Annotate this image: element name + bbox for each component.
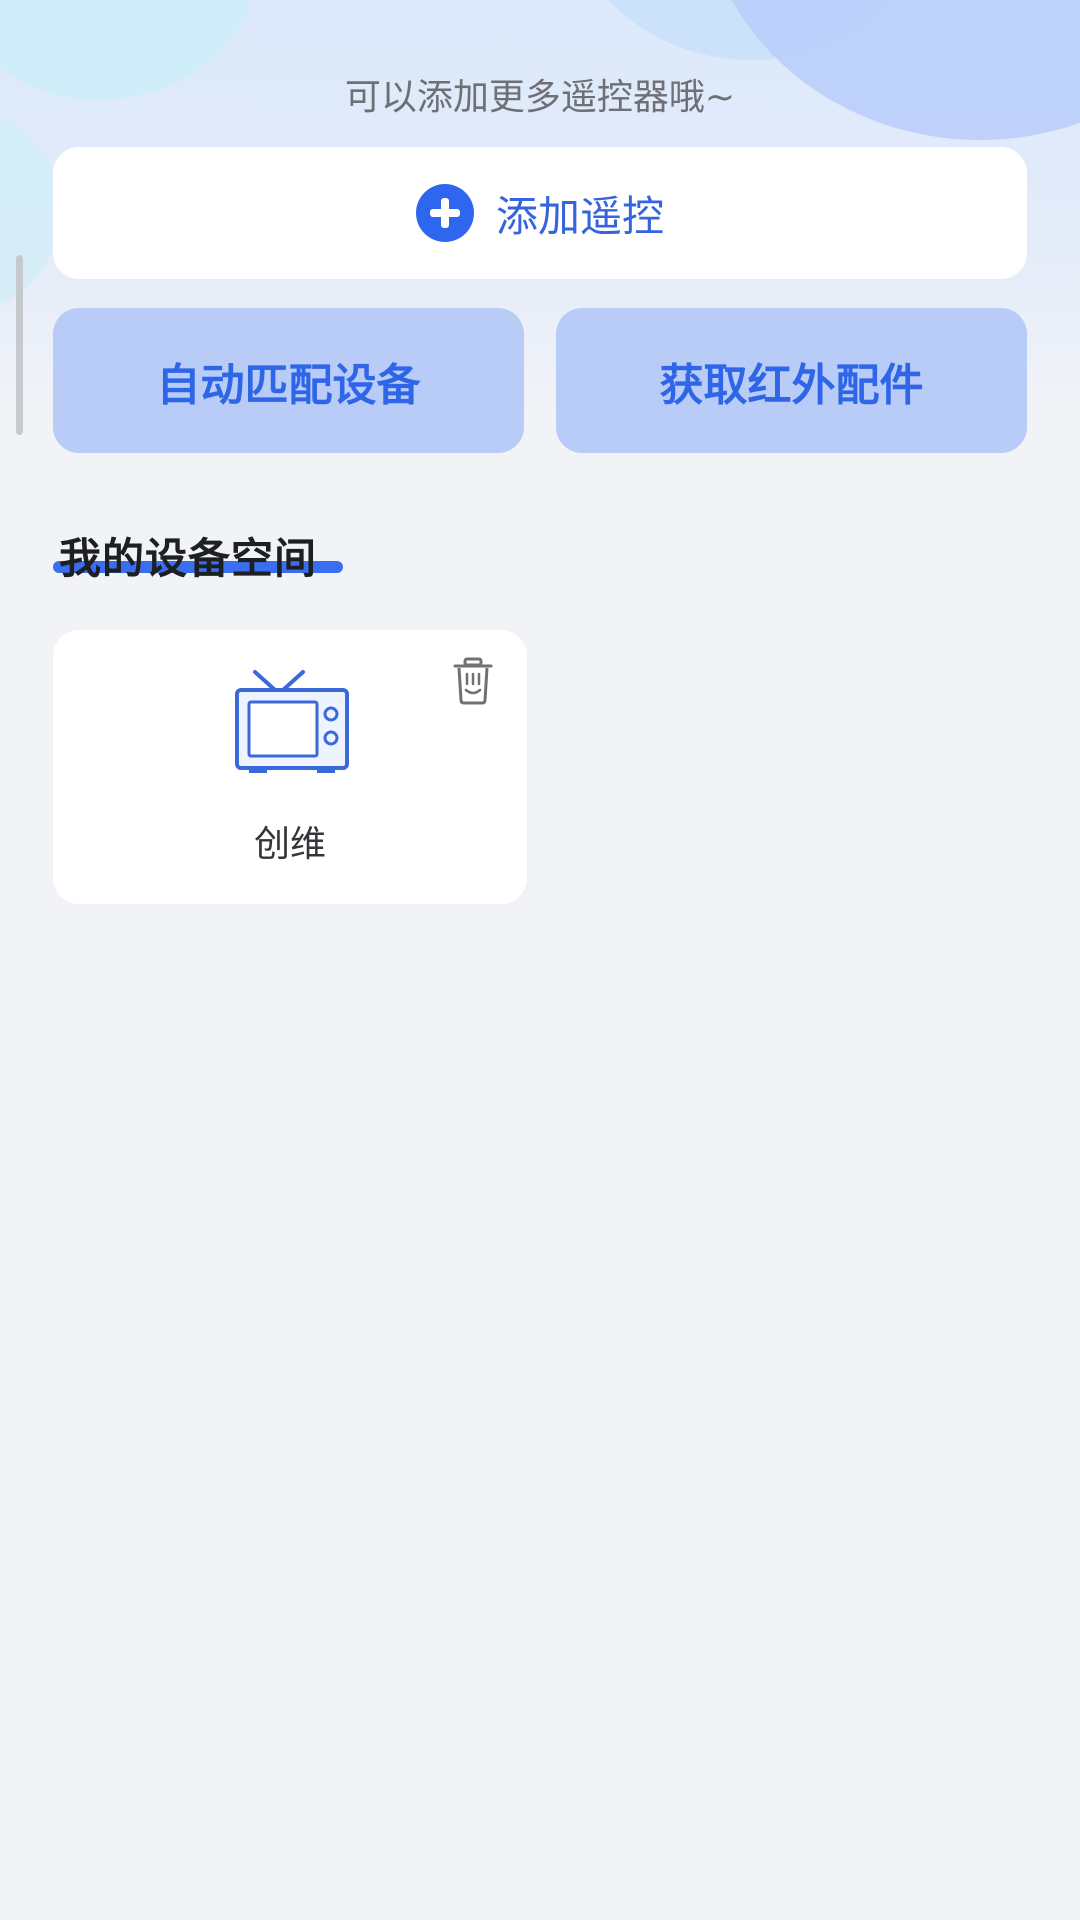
scroll-indicator[interactable] (16, 255, 23, 435)
decorative-bubble (0, 110, 60, 310)
remote-home-screen: 可以添加更多遥控器哦~ 添加遥控 自动匹配设备 获取红外配件 我的设备空间 创维 (0, 0, 1080, 1920)
device-card[interactable]: 创维 (53, 630, 527, 904)
tv-icon (235, 670, 349, 773)
add-more-hint: 可以添加更多遥控器哦~ (344, 77, 736, 118)
trash-icon[interactable] (451, 656, 495, 706)
get-ir-accessory-button[interactable]: 获取红外配件 (556, 308, 1027, 453)
device-name: 创维 (253, 824, 326, 865)
plus-circle-icon (415, 184, 474, 242)
section-header: 我的设备空间 (53, 525, 343, 585)
add-remote-button[interactable]: 添加遥控 (53, 147, 1027, 279)
add-remote-label: 添加遥控 (495, 191, 664, 241)
section-title: 我的设备空间 (59, 534, 318, 583)
auto-match-device-button[interactable]: 自动匹配设备 (53, 308, 524, 453)
